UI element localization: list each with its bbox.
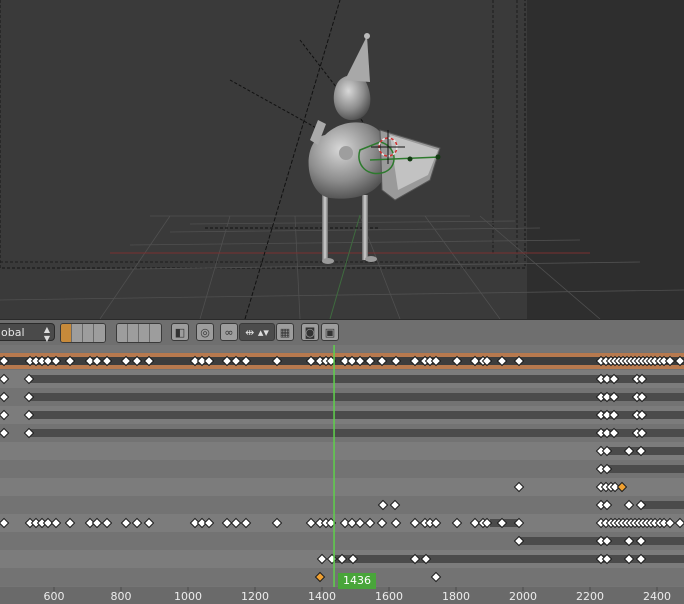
current-frame-badge[interactable]: 1436 [338,573,376,589]
layer-button[interactable] [128,324,139,342]
ghost-button[interactable]: ◎ [196,323,214,341]
orientation-select[interactable]: obal ▲ ▼ [0,323,55,343]
layer-button[interactable] [72,324,83,342]
camera-button[interactable]: ◙ [301,323,319,341]
layer-button[interactable] [117,324,128,342]
channel-row[interactable] [0,478,684,496]
ruler-label-2200: 2200 [576,590,604,603]
camera-icon: ◙ [304,325,316,339]
dopesheet-area[interactable] [0,345,684,604]
orientation-select-label: obal [1,326,25,339]
ruler-label-2400: 2400 [643,590,671,603]
hold-bar [30,393,684,401]
layer-buttons-group-1[interactable] [60,323,106,343]
filter-button[interactable]: ◧ [171,323,189,341]
clapper-icon: ▣ [324,325,336,339]
link-icon: ∞ [224,325,234,339]
layer-button[interactable] [83,324,94,342]
filter-icon: ◧ [174,325,186,339]
dopesheet-header: obal ▲ ▼ ◧ ◎ ∞ ⇹ ▴▾ ▦ ◙ ▣ [0,319,684,345]
layer-button[interactable] [139,324,150,342]
snap-select[interactable]: ⇹ ▴▾ [239,323,275,341]
hold-bar [30,411,684,419]
ruler-label-1000: 1000 [174,590,202,603]
hold-bar [640,501,684,509]
layer-button[interactable] [61,324,72,342]
hold-bar [30,375,684,383]
layer-buttons-group-2[interactable] [116,323,162,343]
blender-window: obal ▲ ▼ ◧ ◎ ∞ ⇹ ▴▾ ▦ ◙ ▣ 1436 600 800 1… [0,0,684,604]
channel-row[interactable] [0,460,684,478]
grid-button[interactable]: ▦ [276,323,294,341]
viewport-scene [0,0,684,319]
layer-button[interactable] [150,324,161,342]
select-arrows-icon: ▲ ▼ [43,325,50,343]
ruler-label-1800: 1800 [442,590,470,603]
channel-row[interactable] [0,442,684,460]
ruler-label-1400: 1400 [308,590,336,603]
hold-bar [30,429,684,437]
ruler-label-1600: 1600 [375,590,403,603]
ghost-icon: ◎ [200,325,210,339]
grid-icon: ▦ [279,325,291,339]
dopesheet-keyframes[interactable] [0,345,684,604]
ruler-label-600: 600 [43,590,65,603]
ruler-label-2000: 2000 [509,590,537,603]
snap-icon: ⇹ ▴▾ [245,325,269,339]
ruler-label-1200: 1200 [241,590,269,603]
clapper-button[interactable]: ▣ [321,323,339,341]
ruler-label-800: 800 [110,590,132,603]
channel-row[interactable] [0,496,684,514]
viewport-3d[interactable] [0,0,684,319]
hold-bar [606,465,684,473]
link-button[interactable]: ∞ [220,323,238,341]
layer-button[interactable] [94,324,105,342]
